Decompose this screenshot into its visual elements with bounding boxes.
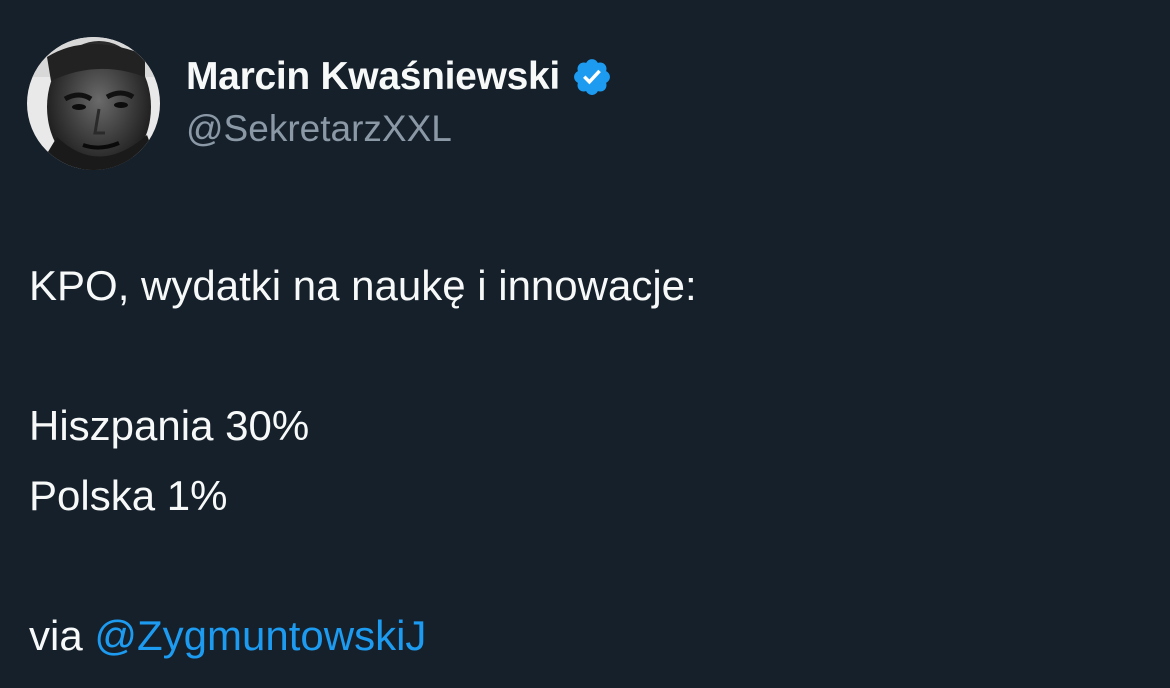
tweet-line: Hiszpania 30%	[29, 402, 310, 449]
tweet-card: Marcin Kwaśniewski @SekretarzXXL KPO, wy…	[0, 0, 1170, 688]
avatar-photo-icon	[27, 37, 160, 170]
tweet-line: Polska 1%	[29, 472, 228, 519]
verified-badge-icon	[571, 56, 613, 98]
via-prefix: via	[29, 612, 83, 659]
mention-link[interactable]: @ZygmuntowskiJ	[94, 612, 426, 659]
tweet-text: KPO, wydatki na naukę i innowacje: Hiszp…	[29, 251, 1139, 671]
user-avatar[interactable]	[27, 37, 160, 170]
author-name-row: Marcin Kwaśniewski	[186, 54, 613, 100]
via-line: via @ZygmuntowskiJ	[29, 601, 1139, 671]
author-handle[interactable]: @SekretarzXXL	[186, 108, 452, 150]
tweet-line: KPO, wydatki na naukę i innowacje:	[29, 262, 697, 309]
author-display-name[interactable]: Marcin Kwaśniewski	[186, 55, 560, 99]
